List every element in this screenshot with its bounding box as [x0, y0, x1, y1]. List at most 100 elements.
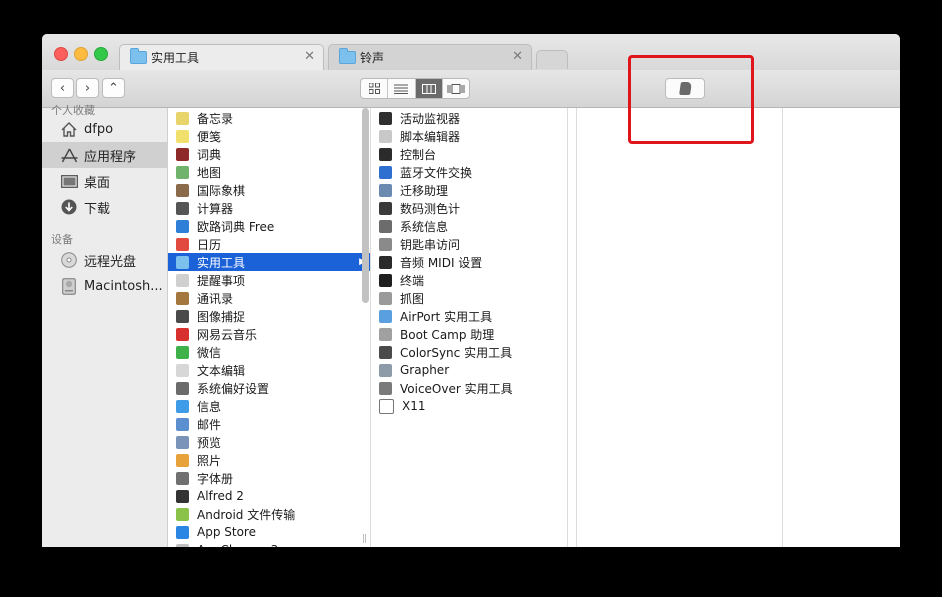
list-item[interactable]: 日历: [168, 235, 370, 253]
list-item-label: 国际象棋: [197, 183, 246, 198]
list-item[interactable]: 实用工具▶: [168, 253, 370, 271]
app-icon: [176, 543, 189, 547]
list-item-label: Android 文件传输: [197, 507, 296, 522]
list-item[interactable]: AirPort 实用工具: [371, 307, 567, 325]
list-item[interactable]: 终端: [371, 271, 567, 289]
list-item[interactable]: 备忘录: [168, 109, 370, 127]
list-item[interactable]: 提醒事项: [168, 271, 370, 289]
list-item[interactable]: Boot Camp 助理: [371, 325, 567, 343]
app-icon: [379, 255, 392, 269]
list-item[interactable]: 便笺: [168, 127, 370, 145]
list-item[interactable]: 音频 MIDI 设置: [371, 253, 567, 271]
list-item[interactable]: 地图: [168, 163, 370, 181]
app-icon: [176, 273, 189, 287]
list-item[interactable]: 微信: [168, 343, 370, 361]
home-icon: [60, 120, 78, 138]
sidebar-item-downloads[interactable]: 下载: [42, 194, 167, 220]
sidebar-item-label: dfpo: [84, 121, 114, 137]
app-icon: [176, 255, 189, 269]
tab-utilities[interactable]: 实用工具 ✕: [119, 44, 324, 70]
app-icon: [176, 291, 189, 305]
app-icon: [379, 201, 392, 215]
list-item-label: X11: [402, 399, 426, 413]
list-item-label: 日历: [197, 237, 222, 252]
icon-view-button[interactable]: [361, 79, 389, 98]
list-item[interactable]: Android 文件传输: [168, 505, 370, 523]
list-item[interactable]: X11: [371, 397, 567, 415]
list-item-label: 文本编辑: [197, 363, 246, 378]
list-item[interactable]: 计算器: [168, 199, 370, 217]
list-item-label: 地图: [197, 165, 222, 180]
sidebar-item-applications[interactable]: 应用程序: [42, 142, 167, 168]
list-item[interactable]: Grapher: [371, 361, 567, 379]
new-tab-button[interactable]: [536, 50, 568, 69]
list-item-label: 脚本编辑器: [400, 129, 461, 144]
columns-icon: [421, 83, 436, 94]
list-item[interactable]: 钥匙串访问: [371, 235, 567, 253]
tab-label: 铃声: [360, 51, 385, 65]
app-icon: [176, 489, 189, 503]
sidebar-item-home[interactable]: dfpo: [42, 116, 167, 142]
list-item-label: 备忘录: [197, 111, 234, 126]
list-item[interactable]: 预览: [168, 433, 370, 451]
list-item[interactable]: 网易云音乐: [168, 325, 370, 343]
list-item[interactable]: AppCleaner 3: [168, 541, 370, 547]
list-item[interactable]: 系统信息: [371, 217, 567, 235]
sidebar-item-label: 下载: [84, 201, 111, 217]
app-icon: [176, 219, 189, 233]
list-item[interactable]: 文本编辑: [168, 361, 370, 379]
enclosing-folder-button[interactable]: ⌃: [102, 78, 125, 98]
list-item[interactable]: 照片: [168, 451, 370, 469]
list-item[interactable]: Alfred 2: [168, 487, 370, 505]
applications-icon: [60, 146, 78, 164]
column-scrollbar[interactable]: [362, 108, 369, 303]
list-item[interactable]: 蓝牙文件交换: [371, 163, 567, 181]
chevron-right-icon: ›: [84, 80, 91, 96]
list-item[interactable]: 图像捕捉: [168, 307, 370, 325]
app-icon: [176, 453, 189, 467]
list-item[interactable]: 抓图: [371, 289, 567, 307]
toolbar: ‹ › ⌃: [42, 70, 900, 108]
list-item[interactable]: 活动监视器: [371, 109, 567, 127]
list-item[interactable]: 国际象棋: [168, 181, 370, 199]
sidebar: 个人收藏 dfpo 应用程序 桌面 下载 设备 远程光盘 Macintosh..…: [42, 104, 168, 547]
column-view-button[interactable]: [415, 79, 443, 98]
list-item[interactable]: 字体册: [168, 469, 370, 487]
list-item[interactable]: 欧路词典 Free: [168, 217, 370, 235]
list-item[interactable]: VoiceOver 实用工具: [371, 379, 567, 397]
maximize-window-button[interactable]: [94, 47, 108, 61]
list-item[interactable]: 数码测色计: [371, 199, 567, 217]
column-empty: [568, 108, 577, 547]
close-tab-icon[interactable]: ✕: [304, 49, 315, 64]
back-button[interactable]: ‹: [51, 78, 74, 98]
list-item[interactable]: 系统偏好设置: [168, 379, 370, 397]
sidebar-item-macintosh-hd[interactable]: Macintosh...: [42, 273, 167, 299]
list-item-label: 音频 MIDI 设置: [400, 255, 483, 270]
list-item[interactable]: ColorSync 实用工具: [371, 343, 567, 361]
close-tab-icon[interactable]: ✕: [512, 49, 523, 64]
app-icon: [176, 327, 189, 341]
column-preview: [577, 108, 783, 547]
list-item[interactable]: 迁移助理: [371, 181, 567, 199]
tab-ringtones[interactable]: 铃声 ✕: [328, 44, 532, 70]
coverflow-view-button[interactable]: [443, 79, 469, 98]
list-item[interactable]: 脚本编辑器: [371, 127, 567, 145]
list-item-label: 蓝牙文件交换: [400, 165, 473, 180]
list-item[interactable]: 信息: [168, 397, 370, 415]
sidebar-item-label: Macintosh...: [84, 278, 163, 294]
column-resize-handle[interactable]: ||: [362, 534, 367, 544]
list-item[interactable]: 控制台: [371, 145, 567, 163]
sidebar-item-desktop[interactable]: 桌面: [42, 168, 167, 194]
forward-button[interactable]: ›: [76, 78, 99, 98]
sidebar-item-remote-disc[interactable]: 远程光盘: [42, 247, 167, 273]
minimize-window-button[interactable]: [74, 47, 88, 61]
list-item[interactable]: App Store: [168, 523, 370, 541]
list-view-button[interactable]: [388, 79, 416, 98]
app-icon: [379, 327, 392, 341]
list-item[interactable]: 邮件: [168, 415, 370, 433]
app-icon: [379, 381, 392, 395]
list-item[interactable]: 词典: [168, 145, 370, 163]
app-icon: [176, 183, 189, 197]
close-window-button[interactable]: [54, 47, 68, 61]
list-item[interactable]: 通讯录: [168, 289, 370, 307]
